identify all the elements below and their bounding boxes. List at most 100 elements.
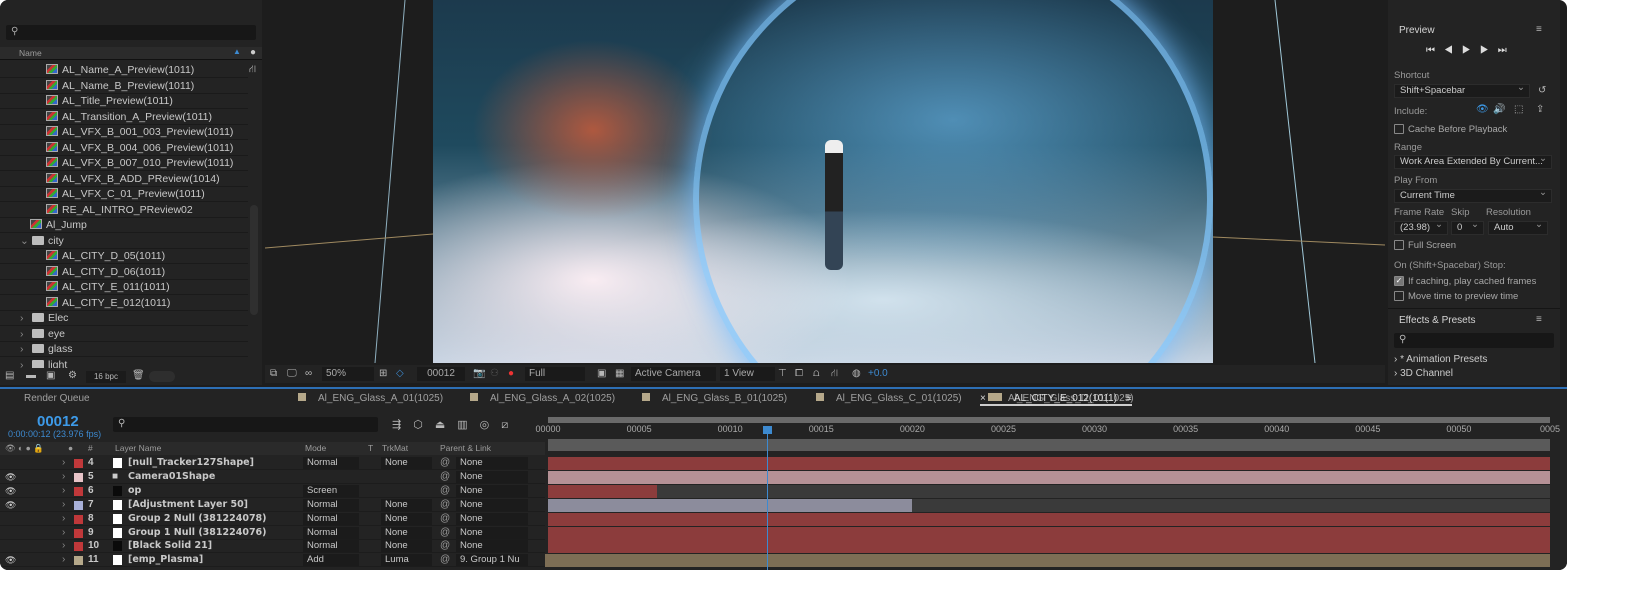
visibility-eye-icon[interactable]: 👁 <box>5 553 16 567</box>
play-icon[interactable]: ▶ <box>1462 45 1480 56</box>
project-scrollbar[interactable] <box>250 205 258 315</box>
layer-row[interactable]: 👁 › 7 [Adjustment Layer 50] Normal None @ None <box>0 498 545 512</box>
layer-duration-bar[interactable] <box>548 484 658 498</box>
chevron-right-icon[interactable]: › <box>62 498 65 512</box>
label-color-swatch[interactable] <box>74 556 83 566</box>
parent-select[interactable]: None <box>456 540 528 553</box>
blend-mode-select[interactable]: Normal <box>303 498 359 511</box>
pick-whip-icon[interactable]: @ <box>440 526 450 540</box>
always-preview-icon[interactable]: ⧉ <box>270 365 277 383</box>
effects-item-animation-presets[interactable]: › * Animation Presets <box>1394 354 1487 365</box>
draft-3d-icon[interactable]: ⬡ <box>413 419 435 431</box>
export-icon[interactable]: ⇪ <box>1536 104 1544 115</box>
effects-menu-icon[interactable]: ≡ <box>1536 314 1542 325</box>
current-time-indicator[interactable] <box>762 426 772 570</box>
layer-name[interactable]: Camera01Shape <box>128 470 215 484</box>
layer-name[interactable]: op <box>128 484 141 498</box>
label-color-swatch[interactable] <box>74 542 83 552</box>
layer-name[interactable]: [emp_Plasma] <box>128 553 203 567</box>
chevron-right-icon[interactable]: › <box>62 484 65 498</box>
skip-select[interactable]: 0 <box>1451 219 1484 235</box>
new-composition-icon[interactable]: ▣ <box>46 370 55 381</box>
tab-composition[interactable]: × AL_CITY_E_012(1011) ≡ <box>980 393 1132 406</box>
monitor-icon[interactable]: 🖵 <box>287 365 297 383</box>
toggle-pixel-aspect-icon[interactable]: ⊤ <box>778 365 787 383</box>
layer-duration-bar[interactable] <box>548 540 1550 554</box>
chevron-right-icon[interactable]: › <box>62 470 65 484</box>
project-item[interactable]: AL_VFX_C_01_Preview(1011) <box>0 187 248 202</box>
parent-select[interactable]: 9. Group 1 Nu <box>456 554 528 567</box>
layer-row[interactable]: 👁 › 11 [emp_Plasma] Add Luma @9. Group 1 Nu <box>0 553 545 568</box>
interpret-footage-icon[interactable]: ▤ <box>5 370 14 381</box>
blend-mode-select[interactable]: Add <box>303 554 359 567</box>
full-screen-checkbox[interactable] <box>1394 240 1404 250</box>
project-item[interactable]: AL_VFX_B_007_010_Preview(1011) <box>0 156 248 171</box>
label-color-swatch[interactable] <box>74 486 83 496</box>
parent-select[interactable]: None <box>456 512 528 525</box>
hide-shy-layers-icon[interactable]: ⏏ <box>435 419 457 431</box>
pick-whip-icon[interactable]: @ <box>440 539 450 553</box>
move-time-checkbox[interactable] <box>1394 291 1404 301</box>
label-color-swatch[interactable] <box>74 514 83 524</box>
project-item[interactable]: AL_VFX_B_001_003_Preview(1011) <box>0 125 248 140</box>
chevron-right-icon[interactable]: › <box>20 342 24 357</box>
if-caching-checkbox[interactable]: ✓ <box>1394 276 1404 286</box>
reset-icon[interactable]: ↺ <box>1538 85 1546 96</box>
column-name[interactable]: Name <box>19 48 42 58</box>
next-frame-icon[interactable]: ▶ <box>1480 45 1498 56</box>
time-graph[interactable]: 00000 00005 00010 00015 00020 00025 00030 00035… <box>535 414 1560 570</box>
timeline-icon[interactable]: ⩍ <box>813 365 820 383</box>
header-layer-name[interactable]: Layer Name <box>115 442 161 455</box>
layer-row[interactable]: › 8 Group 2 Null (381224078) Normal None @ Non… <box>0 512 545 526</box>
work-area-bar[interactable] <box>548 417 1550 423</box>
project-item[interactable]: AL_VFX_B_ADD_PReview(1014) <box>0 172 248 187</box>
project-item[interactable]: › glass <box>0 342 248 357</box>
draft-3d-icon[interactable]: ⧠ <box>795 365 803 383</box>
layer-row[interactable]: 👁 › 5 ■ Camera01Shape @ None <box>0 470 545 484</box>
project-item[interactable]: › eye <box>0 327 248 342</box>
chevron-right-icon[interactable]: › <box>62 553 65 567</box>
blend-mode-select[interactable]: Normal <box>303 540 359 553</box>
frame-blending-icon[interactable]: ▥ <box>457 419 479 431</box>
layer-name[interactable]: [Black Solid 21] <box>128 539 212 553</box>
project-item[interactable]: Al_Jump <box>0 218 248 233</box>
close-tab-icon[interactable]: × <box>980 393 986 404</box>
layer-duration-bar[interactable] <box>545 554 1550 568</box>
last-frame-icon[interactable]: ⏭ <box>1498 45 1516 56</box>
track-matte-select[interactable]: None <box>381 526 432 539</box>
layer-duration-bar[interactable] <box>548 512 1550 526</box>
graph-editor-icon[interactable]: ⧄ <box>501 419 520 431</box>
current-frame-field[interactable]: 00012 <box>417 367 465 381</box>
track-matte-select[interactable]: None <box>381 540 432 553</box>
project-item[interactable]: › Elec <box>0 311 248 326</box>
layer-name[interactable]: Group 2 Null (381224078) <box>128 512 267 526</box>
first-frame-icon[interactable]: ⏮ <box>1426 45 1444 56</box>
project-item[interactable]: ⌄ city <box>0 234 248 249</box>
play-from-select[interactable]: Current Time <box>1394 187 1552 203</box>
include-overlays-icon[interactable]: ⬚ <box>1514 104 1523 115</box>
visibility-eye-icon[interactable]: 👁 <box>5 484 16 498</box>
flowchart-icon[interactable]: ⛙ <box>249 64 256 77</box>
project-item[interactable]: AL_CITY_D_05(1011) <box>0 249 248 264</box>
chevron-right-icon[interactable]: › <box>62 539 65 553</box>
range-select[interactable]: Work Area Extended By Current... <box>1394 153 1552 169</box>
chevron-right-icon[interactable]: › <box>62 456 65 470</box>
include-video-icon[interactable]: 👁 <box>1476 104 1489 115</box>
track-matte-select[interactable]: Luma <box>381 554 432 567</box>
resolution-select[interactable]: Full <box>525 367 585 381</box>
zoom-select[interactable]: 50% <box>322 367 374 381</box>
parent-select[interactable]: None <box>456 498 528 511</box>
new-folder-icon[interactable]: ▬ <box>26 370 36 381</box>
parent-select[interactable]: None <box>456 470 528 483</box>
motion-blur-icon[interactable]: ◎ <box>480 419 502 431</box>
chevron-right-icon[interactable]: › <box>20 311 24 326</box>
pick-whip-icon[interactable]: @ <box>440 512 450 526</box>
playhead-handle[interactable] <box>762 426 772 434</box>
layer-duration-bar[interactable] <box>548 526 1550 540</box>
project-search-input[interactable]: ⚲ <box>6 25 256 40</box>
chevron-right-icon[interactable]: › <box>62 512 65 526</box>
blend-mode-select[interactable]: Normal <box>303 512 359 525</box>
project-item[interactable]: AL_Title_Preview(1011) <box>0 94 248 109</box>
layer-name[interactable]: [Adjustment Layer 50] <box>128 498 248 512</box>
project-item[interactable]: AL_Name_B_Preview(1011) <box>0 79 248 94</box>
